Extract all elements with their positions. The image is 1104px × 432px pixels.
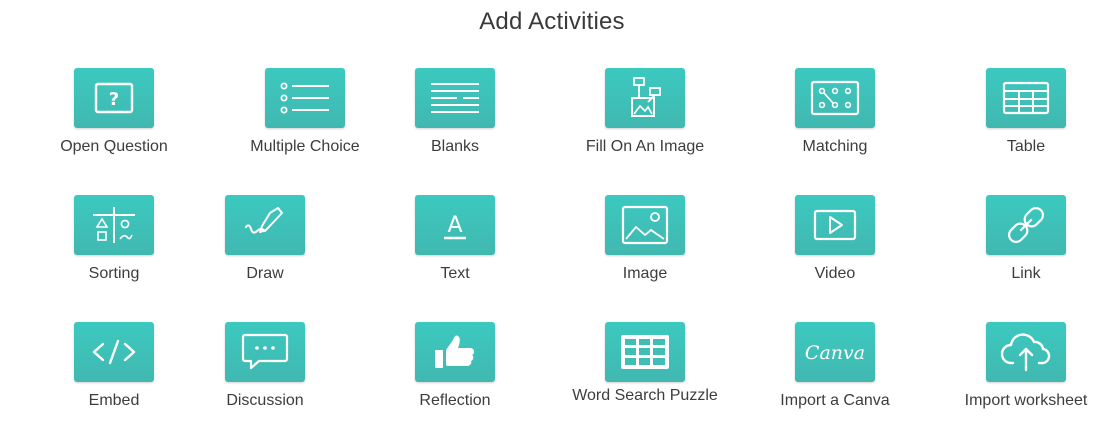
- activity-label: Video: [814, 265, 856, 282]
- open-question-button[interactable]: ?: [74, 68, 154, 128]
- table-icon: [1002, 81, 1050, 115]
- matching-icon: [810, 80, 860, 116]
- embed-button[interactable]: [74, 322, 154, 382]
- activity-label: Open Question: [60, 138, 168, 155]
- activity-video[interactable]: Video: [755, 195, 915, 305]
- text-button[interactable]: A: [415, 195, 495, 255]
- blanks-button[interactable]: [415, 68, 495, 128]
- activity-label: Discussion: [226, 392, 304, 409]
- activity-label: Word Search Puzzle: [572, 387, 718, 404]
- svg-text:Canva: Canva: [805, 342, 865, 364]
- activity-label: Image: [622, 265, 668, 282]
- question-box-icon: ?: [94, 82, 134, 114]
- grid-puzzle-icon: [621, 335, 669, 369]
- link-chain-icon: [1008, 207, 1044, 243]
- activity-text[interactable]: A Text: [375, 195, 535, 305]
- activity-blanks[interactable]: Blanks: [375, 68, 535, 178]
- table-button[interactable]: [986, 68, 1066, 128]
- import-worksheet-button[interactable]: [986, 322, 1066, 382]
- discussion-button[interactable]: [225, 322, 305, 382]
- multiple-choice-button[interactable]: [265, 68, 345, 128]
- text-a-icon: A: [444, 213, 466, 240]
- cloud-upload-icon: [1000, 333, 1051, 372]
- image-icon: [621, 205, 669, 245]
- image-button[interactable]: [605, 195, 685, 255]
- activity-matching[interactable]: Matching: [755, 68, 915, 178]
- svg-text:?: ?: [109, 89, 119, 110]
- activity-label: Import worksheet: [964, 392, 1088, 409]
- activity-label: Table: [1006, 138, 1046, 155]
- word-search-puzzle-button[interactable]: [605, 322, 685, 382]
- video-button[interactable]: [795, 195, 875, 255]
- activity-fill-on-image[interactable]: Fill On An Image: [565, 68, 725, 178]
- thumbs-up-icon: [435, 335, 474, 368]
- activity-reflection[interactable]: Reflection: [375, 322, 535, 432]
- activity-sorting[interactable]: Sorting: [34, 195, 194, 305]
- chat-bubble-icon: [241, 333, 289, 370]
- activity-import-worksheet[interactable]: Import worksheet: [946, 322, 1104, 432]
- activity-label: Link: [1011, 265, 1041, 282]
- activity-import-canva[interactable]: Canva Import a Canva: [755, 322, 915, 432]
- blanks-lines-icon: [431, 83, 479, 113]
- list-icon: [280, 82, 329, 114]
- activity-label: Matching: [802, 138, 868, 155]
- activity-label: Reflection: [419, 392, 491, 409]
- activity-word-search-puzzle[interactable]: Word Search Puzzle: [565, 322, 725, 432]
- code-embed-icon: [92, 339, 136, 365]
- activity-label: Draw: [246, 265, 284, 282]
- sorting-button[interactable]: [74, 195, 154, 255]
- activity-label: Text: [440, 265, 470, 282]
- activity-link[interactable]: Link: [946, 195, 1104, 305]
- activity-table[interactable]: Table: [946, 68, 1104, 178]
- activity-embed[interactable]: Embed: [34, 322, 194, 432]
- import-canva-button[interactable]: Canva: [795, 322, 875, 382]
- matching-button[interactable]: [795, 68, 875, 128]
- activity-multiple-choice[interactable]: Multiple Choice: [225, 68, 385, 178]
- video-play-icon: [813, 209, 857, 241]
- activity-draw[interactable]: Draw: [185, 195, 345, 305]
- fill-on-image-button[interactable]: [605, 68, 685, 128]
- pencil-draw-icon: [245, 207, 283, 234]
- page-title: Add Activities: [479, 8, 625, 35]
- canva-logo-icon: Canva: [805, 342, 865, 364]
- draw-button[interactable]: [225, 195, 305, 255]
- sorting-icon: [93, 207, 135, 243]
- link-button[interactable]: [986, 195, 1066, 255]
- activity-label: Blanks: [430, 138, 480, 155]
- activity-label: Import a Canva: [780, 392, 890, 409]
- image-labels-icon: [631, 77, 661, 117]
- svg-text:A: A: [447, 213, 462, 238]
- activity-discussion[interactable]: Discussion: [185, 322, 345, 432]
- reflection-button[interactable]: [415, 322, 495, 382]
- activity-label: Fill On An Image: [585, 138, 705, 155]
- activity-open-question[interactable]: ? Open Question: [34, 68, 194, 178]
- activity-image[interactable]: Image: [565, 195, 725, 305]
